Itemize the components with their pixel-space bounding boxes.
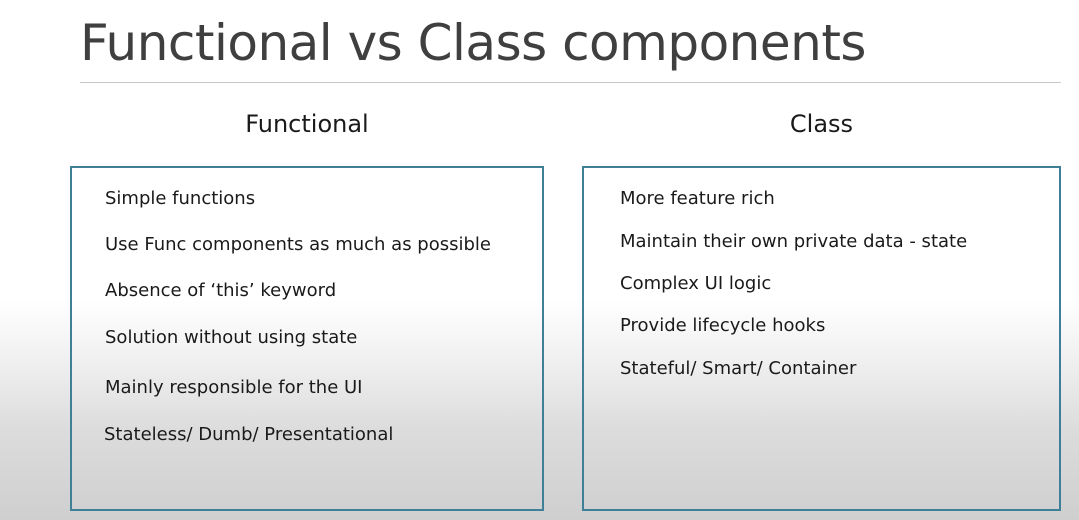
slide-title: Functional vs Class components: [80, 14, 866, 72]
functional-heading: Functional: [245, 110, 369, 138]
class-item: Provide lifecycle hooks: [620, 315, 826, 336]
class-item: Maintain their own private data - state: [620, 231, 968, 252]
class-box: [582, 166, 1061, 511]
class-item: More feature rich: [620, 188, 775, 209]
functional-item: Solution without using state: [105, 327, 358, 348]
class-heading: Class: [789, 110, 854, 138]
functional-item: Mainly responsible for the UI: [105, 377, 363, 398]
functional-item: Use Func components as much as possible: [105, 234, 492, 255]
functional-item: Simple functions: [105, 188, 256, 209]
functional-item: Absence of ‘this’ keyword: [105, 280, 337, 301]
class-item: Complex UI logic: [620, 273, 772, 294]
title-divider: [80, 82, 1061, 83]
class-item: Stateful/ Smart/ Container: [620, 358, 857, 379]
functional-item: Stateless/ Dumb/ Presentational: [104, 424, 394, 445]
